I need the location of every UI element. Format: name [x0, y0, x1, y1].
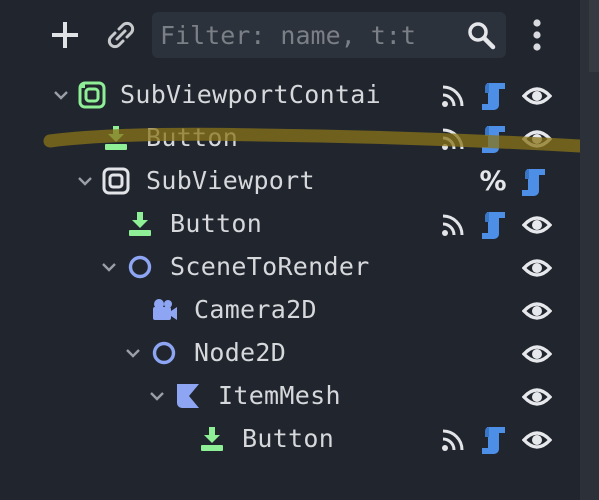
tree-item-button[interactable]: Button — [0, 203, 580, 246]
script-icon — [522, 169, 545, 196]
open-script-button[interactable] — [478, 210, 508, 240]
visibility-toggle[interactable] — [522, 124, 552, 154]
signal-icon — [442, 429, 464, 451]
node-label: Button — [170, 209, 263, 238]
visibility-toggle[interactable] — [522, 253, 552, 283]
eye-icon — [522, 302, 552, 320]
open-script-button[interactable] — [478, 425, 508, 455]
visibility-toggle[interactable] — [522, 382, 552, 412]
chevron-down-icon — [54, 91, 68, 100]
signals-button[interactable] — [438, 81, 468, 111]
node-label: SubViewport — [146, 166, 315, 195]
search-button[interactable] — [464, 18, 498, 52]
signal-icon — [442, 85, 464, 107]
open-script-button[interactable] — [478, 81, 508, 111]
camera2d-icon — [150, 296, 178, 324]
open-script-button[interactable] — [518, 167, 548, 197]
eye-icon — [522, 388, 552, 406]
signal-icon — [442, 214, 464, 236]
scene-options-menu-button[interactable] — [522, 14, 552, 56]
visibility-toggle[interactable] — [522, 425, 552, 455]
adjacent-panel-edge — [589, 0, 599, 72]
eye-icon — [522, 345, 552, 363]
visibility-toggle[interactable] — [522, 296, 552, 326]
signals-button[interactable] — [438, 124, 468, 154]
plus-icon — [52, 22, 78, 48]
subviewport-icon — [102, 167, 130, 195]
filter-field[interactable] — [152, 12, 506, 58]
node2d-icon — [126, 253, 154, 281]
signals-button[interactable] — [438, 425, 468, 455]
tree-item-camera2d[interactable]: Camera2D — [0, 289, 580, 332]
tree-item-subviewport[interactable]: SubViewport % — [0, 160, 580, 203]
scene-toolbar — [0, 0, 580, 70]
scene-tree-dock: SubViewportContai — [0, 0, 580, 500]
chevron-down-icon — [150, 392, 164, 401]
tree-item-scenetorender[interactable]: SceneToRender — [0, 246, 580, 289]
percent-icon: % — [479, 166, 507, 197]
node-label: Button — [146, 123, 239, 152]
button-icon — [126, 210, 154, 238]
visibility-toggle[interactable] — [522, 81, 552, 111]
eye-icon — [522, 216, 552, 234]
button-icon — [198, 425, 226, 453]
chain-link-icon — [107, 21, 135, 49]
signals-button[interactable] — [438, 210, 468, 240]
tree-item-subviewportcontainer[interactable]: SubViewportContai — [0, 74, 580, 117]
subviewport-container-icon — [78, 81, 106, 109]
script-icon — [482, 83, 505, 110]
script-icon — [482, 427, 505, 454]
eye-icon — [522, 259, 552, 277]
node-label: Camera2D — [194, 295, 317, 324]
chevron-down-icon — [126, 349, 140, 358]
tree-item-button[interactable]: Button — [0, 117, 580, 160]
filter-input[interactable] — [160, 16, 456, 54]
node-label: Button — [242, 424, 335, 453]
chevron-down-icon — [102, 263, 116, 272]
collapse-toggle[interactable] — [74, 170, 96, 192]
dock-splitter[interactable] — [580, 0, 599, 500]
button-icon — [102, 124, 130, 152]
magnifier-icon — [468, 22, 496, 50]
node-label: SubViewportContai — [120, 80, 381, 109]
tree-item-itemmesh[interactable]: ItemMesh — [0, 375, 580, 418]
add-node-button[interactable] — [48, 16, 82, 54]
mesh-instance-2d-icon — [174, 382, 202, 410]
node2d-icon — [150, 339, 178, 367]
eye-icon — [522, 87, 552, 105]
node-label: Node2D — [194, 338, 287, 367]
signal-icon — [442, 128, 464, 150]
visibility-toggle[interactable] — [522, 210, 552, 240]
collapse-toggle[interactable] — [122, 342, 144, 364]
chevron-down-icon — [78, 177, 92, 186]
collapse-toggle[interactable] — [50, 84, 72, 106]
node-label: SceneToRender — [170, 252, 370, 281]
instantiate-scene-button[interactable] — [104, 16, 138, 54]
unique-name-marker[interactable]: % — [478, 167, 508, 197]
collapse-toggle[interactable] — [146, 385, 168, 407]
script-icon — [482, 126, 505, 153]
collapse-toggle[interactable] — [98, 256, 120, 278]
tree-item-node2d[interactable]: Node2D — [0, 332, 580, 375]
script-icon — [482, 212, 505, 239]
node-label: ItemMesh — [218, 381, 341, 410]
tree-item-button[interactable]: Button — [0, 418, 580, 461]
visibility-toggle[interactable] — [522, 339, 552, 369]
eye-icon — [522, 130, 552, 148]
eye-icon — [522, 431, 552, 449]
kebab-menu-icon — [533, 19, 541, 51]
open-script-button[interactable] — [478, 124, 508, 154]
